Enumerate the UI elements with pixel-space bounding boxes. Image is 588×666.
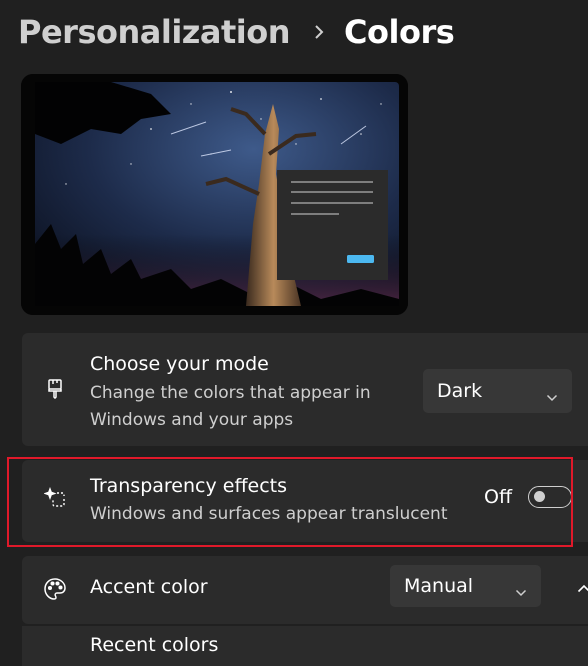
chevron-down-icon [515,582,527,597]
transparency-title: Transparency effects [90,475,288,497]
paintbrush-icon [44,378,66,400]
transparency-toggle[interactable] [528,486,572,508]
page-title: Colors [344,13,455,51]
choose-mode-description: Change the colors that appear in Windows… [90,383,371,430]
recent-colors-section: Recent colors [22,626,588,666]
choose-mode-card: Choose your mode Change the colors that … [22,333,588,446]
chevron-right-icon [312,22,326,42]
accent-color-dropdown[interactable]: Manual [390,565,541,607]
breadcrumb-personalization[interactable]: Personalization [18,13,291,51]
transparency-icon [43,486,66,509]
accent-color-card[interactable]: Accent color Manual [22,556,588,624]
toggle-knob [534,491,545,502]
chevron-up-icon[interactable] [572,576,588,600]
breadcrumb: Personalization Colors [18,8,455,56]
mode-dropdown[interactable]: Dark [423,369,572,413]
theme-preview-image [21,74,408,315]
accent-dropdown-value: Manual [404,575,474,597]
mode-dropdown-value: Dark [437,380,483,402]
recent-colors-title: Recent colors [90,634,219,656]
palette-icon [42,576,68,602]
transparency-effects-card: Transparency effects Windows and surface… [22,460,588,542]
transparency-toggle-state: Off [484,486,513,508]
chevron-down-icon [546,387,558,402]
choose-mode-title: Choose your mode [90,353,269,375]
transparency-description: Windows and surfaces appear translucent [90,504,448,524]
accent-color-title: Accent color [90,576,208,598]
